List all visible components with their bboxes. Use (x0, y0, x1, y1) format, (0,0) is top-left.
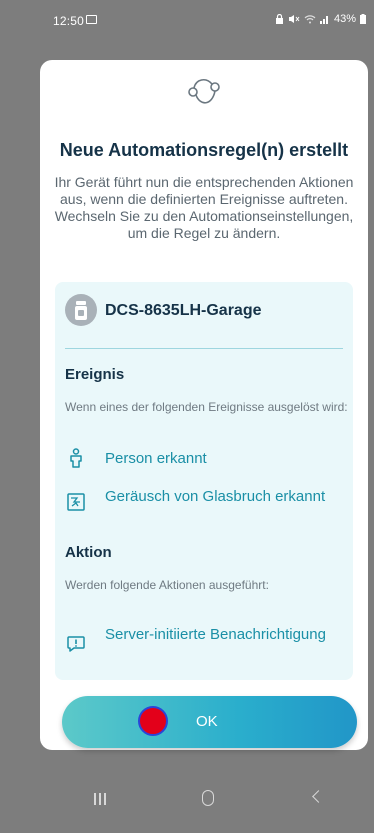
event-section-title: Ereignis (65, 366, 125, 383)
touch-indicator (138, 706, 168, 736)
home-icon (202, 790, 214, 806)
automation-dialog: Neue Automationsregel(n) erstellt Ihr Ge… (40, 60, 368, 750)
battery-icon (360, 14, 366, 24)
wifi-icon (304, 15, 316, 24)
status-bar: 12:50 43% (0, 0, 374, 40)
battery-percent: 43% (333, 13, 356, 25)
photo-icon (86, 15, 97, 24)
event-section-subtitle: Wenn eines der folgenden Ereignisse ausg… (65, 400, 348, 414)
person-icon (70, 448, 82, 468)
recents-button[interactable] (70, 768, 130, 833)
ok-button[interactable]: OK (62, 696, 357, 748)
camera-device-icon (65, 294, 97, 326)
action-item-notification: Server-initiierte Benachrichtigung (105, 626, 326, 643)
back-icon (312, 790, 325, 803)
navigation-bar (0, 768, 374, 833)
device-name: DCS-8635LH-Garage (105, 302, 262, 319)
automation-icon (188, 79, 220, 104)
glass-break-icon (67, 493, 85, 511)
notification-icon (67, 636, 85, 652)
mute-icon (288, 15, 300, 23)
divider (65, 348, 343, 349)
dialog-title: Neue Automationsregel(n) erstellt (59, 140, 349, 160)
action-section-subtitle: Werden folgende Aktionen ausgeführt: (65, 578, 269, 592)
status-time: 12:50 (53, 14, 85, 28)
dialog-description: Ihr Gerät führt nun die entsprechenden A… (54, 174, 354, 241)
signal-icon (319, 16, 328, 24)
status-icons: 43% (275, 13, 366, 25)
home-button[interactable] (180, 768, 240, 833)
action-section-title: Aktion (65, 544, 112, 561)
rule-summary-panel: DCS-8635LH-Garage Ereignis Wenn eines de… (55, 282, 353, 680)
recents-icon (94, 793, 106, 805)
ok-button-label: OK (196, 713, 218, 730)
lock-icon (275, 14, 283, 24)
event-item-person: Person erkannt (105, 450, 207, 467)
event-item-glass-break: Geräusch von Glasbruch erkannt (105, 488, 326, 505)
back-button[interactable] (290, 768, 350, 833)
